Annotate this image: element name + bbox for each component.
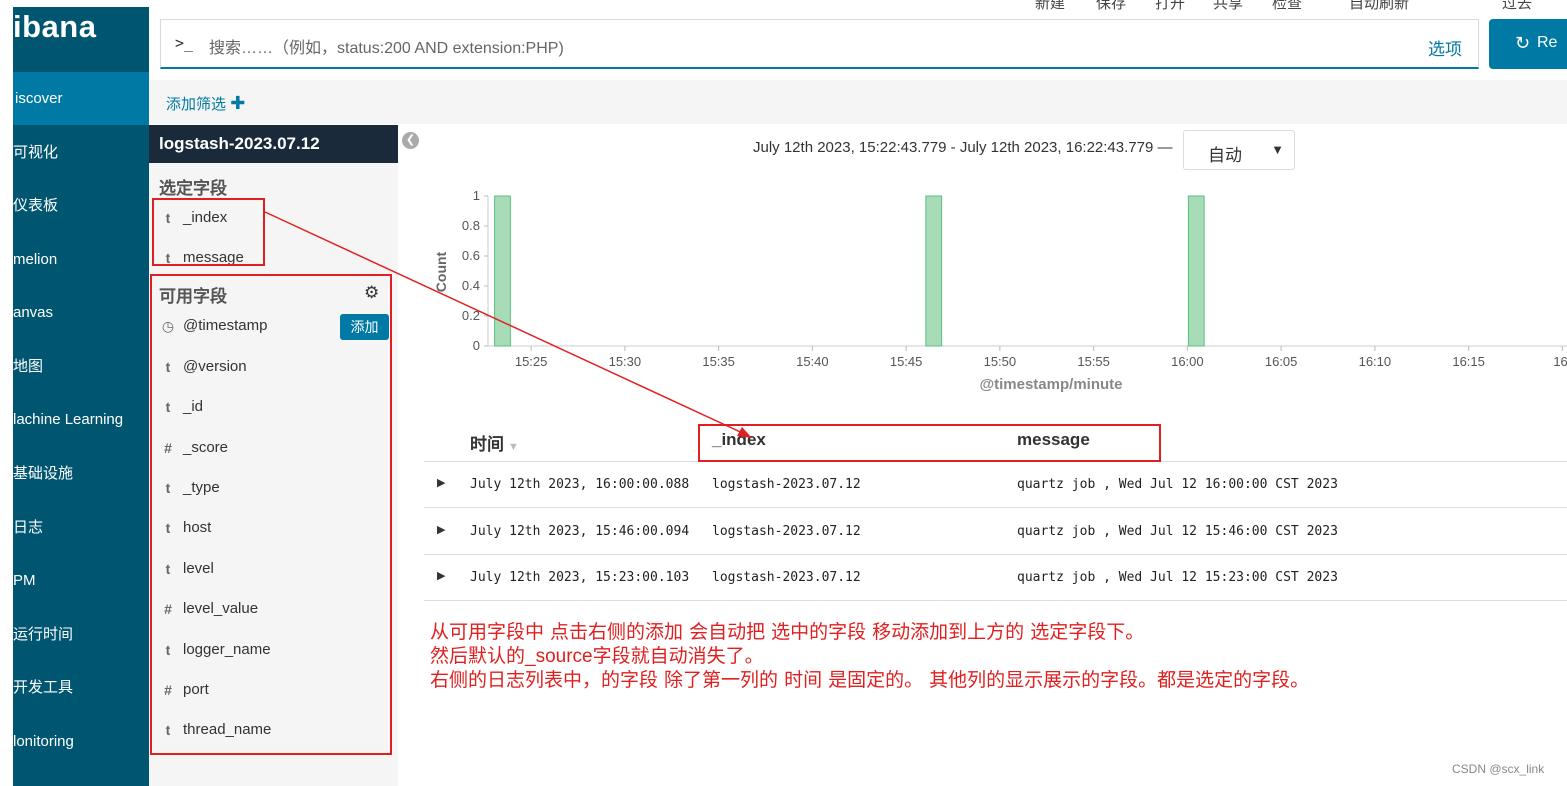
x-tick-label: 15:55	[1077, 354, 1110, 369]
y-tick-label: 0.2	[462, 308, 480, 323]
expand-row-icon[interactable]: ▶	[437, 476, 445, 489]
nav-item-dashboard[interactable]: 仪表板	[13, 179, 149, 232]
table-row[interactable]: ▶ July 12th 2023, 15:46:00.094 logstash-…	[424, 509, 1567, 555]
cell-index: logstash-2023.07.12	[712, 570, 861, 585]
histogram-bar	[925, 195, 943, 347]
refresh-button[interactable]: ↻ Re	[1489, 19, 1567, 69]
x-tick-label: 15:30	[609, 354, 642, 369]
refresh-icon: ↻	[1515, 33, 1531, 53]
annotation-line-2: 然后默认的_source字段就自动消失了。	[430, 641, 764, 668]
cell-time: July 12th 2023, 15:23:00.103	[470, 570, 690, 585]
time-range-label: July 12th 2023, 15:22:43.779 - July 12th…	[753, 139, 1173, 156]
cell-message: quartz job , Wed Jul 12 15:23:00 CST 202…	[1017, 570, 1338, 585]
search-input[interactable]: 搜索……（例如，status:200 AND extension:PHP)	[209, 34, 564, 58]
nav-item-discover[interactable]: iscover	[13, 72, 149, 125]
kibana-logo[interactable]: ibana	[13, 9, 96, 45]
annotation-line-1: 从可用字段中 点击右侧的添加 会自动把 选中的字段 移动添加到上方的 选定字段下…	[430, 621, 1145, 643]
plus-icon: ✚	[230, 93, 246, 113]
chevron-down-icon: ▼	[1271, 142, 1284, 157]
x-tick-label: 15:40	[796, 354, 829, 369]
y-axis-label: Count	[433, 251, 449, 292]
nav-item-canvas[interactable]: anvas	[13, 286, 149, 339]
add-filter-link[interactable]: 添加筛选 ✚	[166, 93, 245, 114]
cell-message: quartz job , Wed Jul 12 16:00:00 CST 202…	[1017, 477, 1338, 492]
highlight-selected-fields	[152, 198, 265, 266]
cell-message: quartz job , Wed Jul 12 15:46:00 CST 202…	[1017, 524, 1338, 539]
filter-bar: 添加筛选 ✚	[149, 80, 1567, 124]
search-bar[interactable]: >_ 搜索……（例如，status:200 AND extension:PHP)…	[160, 19, 1479, 69]
top-menu: 新建 保存 打开 共享 检查 自动刷新 过去	[149, 0, 1567, 14]
x-tick-label: 16:10	[1359, 354, 1392, 369]
menu-open[interactable]: 打开	[1155, 0, 1185, 13]
x-tick-label: 16:15	[1452, 354, 1485, 369]
histogram-bar	[1187, 195, 1205, 347]
selected-fields-header: 选定字段	[159, 179, 227, 198]
menu-auto-refresh[interactable]: 自动刷新	[1349, 0, 1409, 13]
table-row[interactable]: ▶ July 12th 2023, 15:23:00.103 logstash-…	[424, 555, 1567, 601]
collapse-sidebar-icon[interactable]: ❮	[402, 132, 419, 149]
menu-time-picker[interactable]: 过去	[1502, 0, 1532, 13]
options-link[interactable]: 选项	[1428, 35, 1462, 60]
annotation-line-3: 右侧的日志列表中，的字段 除了第一列的 时间 是固定的。 其他列的显示展示的字段…	[430, 669, 1310, 691]
y-tick-label: 0.8	[462, 218, 480, 233]
annotation-text: 然后默认的	[430, 645, 526, 667]
interval-value: 自动	[1208, 146, 1242, 165]
nav-item-apm[interactable]: PM	[13, 554, 149, 607]
cell-index: logstash-2023.07.12	[712, 477, 861, 492]
side-nav: ibana iscover 可视化 仪表板 melion anvas 地图 la…	[13, 7, 149, 786]
highlight-available-fields	[150, 274, 392, 755]
nav-item-visualize[interactable]: 可视化	[13, 126, 149, 179]
annotation-source-field: _source	[525, 646, 593, 667]
y-tick-label: 0.4	[462, 278, 480, 293]
cell-time: July 12th 2023, 15:46:00.094	[470, 524, 690, 539]
column-header-label: 时间	[470, 435, 504, 454]
x-tick-label: 15:50	[984, 354, 1017, 369]
x-tick-label: 16:	[1553, 354, 1567, 369]
sort-down-icon[interactable]: ▼	[508, 441, 519, 453]
cell-index: logstash-2023.07.12	[712, 524, 861, 539]
x-tick-label: 16:05	[1265, 354, 1298, 369]
y-tick-label: 0	[473, 338, 480, 353]
annotation-text: 字段就自动消失了。	[592, 645, 764, 667]
watermark: CSDN @scx_link	[1452, 762, 1545, 776]
add-filter-label: 添加筛选	[166, 96, 227, 113]
x-tick-label: 16:00	[1171, 354, 1204, 369]
y-tick-label: 0.6	[462, 248, 480, 263]
refresh-button-label: Re	[1537, 34, 1558, 51]
menu-save[interactable]: 保存	[1096, 0, 1126, 13]
column-header-time[interactable]: 时间 ▼	[470, 430, 519, 455]
highlight-selected-columns	[698, 424, 1161, 462]
index-pattern-title[interactable]: logstash-2023.07.12	[149, 125, 398, 163]
x-axis-label: @timestamp/minute	[980, 376, 1123, 393]
histogram-chart: Count @timestamp/minute 0 0.2 0.4 0.6 0.8 1 1…	[433, 188, 1567, 393]
query-prompt-icon: >_	[175, 34, 194, 52]
nav-item-machine-learning[interactable]: lachine Learning	[13, 393, 149, 446]
table-row[interactable]: ▶ July 12th 2023, 16:00:00.088 logstash-…	[424, 462, 1567, 508]
nav-item-logs[interactable]: 日志	[13, 501, 149, 554]
nav-item-timelion[interactable]: melion	[13, 233, 149, 286]
kibana-discover-screen: { "nav": { "logo": "ibana", "items": [ {…	[0, 0, 1567, 786]
menu-inspect[interactable]: 检查	[1272, 0, 1302, 13]
histogram-bar	[494, 195, 511, 347]
x-tick-label: 15:35	[702, 354, 735, 369]
cell-time: July 12th 2023, 16:00:00.088	[470, 477, 690, 492]
nav-item-maps[interactable]: 地图	[13, 340, 149, 393]
x-tick-label: 15:25	[515, 354, 548, 369]
menu-share[interactable]: 共享	[1213, 0, 1243, 13]
nav-item-infrastructure[interactable]: 基础设施	[13, 447, 149, 500]
expand-row-icon[interactable]: ▶	[437, 569, 445, 582]
interval-select[interactable]: 自动 ▼	[1183, 130, 1295, 170]
nav-item-uptime[interactable]: 运行时间	[13, 608, 149, 661]
x-tick-label: 15:45	[890, 354, 923, 369]
expand-row-icon[interactable]: ▶	[437, 523, 445, 536]
y-tick-label: 1	[473, 188, 480, 203]
nav-item-monitoring[interactable]: lonitoring	[13, 715, 149, 768]
menu-new[interactable]: 新建	[1035, 0, 1065, 13]
nav-item-dev-tools[interactable]: 开发工具	[13, 661, 149, 714]
